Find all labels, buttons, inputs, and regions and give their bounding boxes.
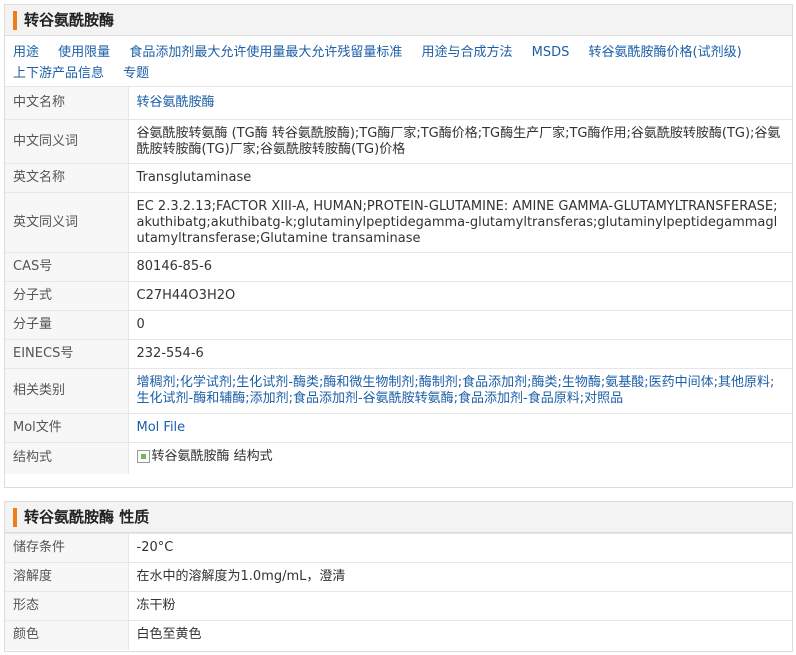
row-value: 增稠剂;化学试剂;生化试剂-酶类;酶和微生物制剂;酶制剂;食品添加剂;酶类;生物… [128, 368, 792, 414]
row-value: Transglutaminase [128, 163, 792, 193]
row-label: 颜色 [5, 620, 129, 650]
table-row: 结构式 转谷氨酰胺酶 结构式 [5, 442, 792, 474]
structure-alt-text: 转谷氨酰胺酶 结构式 [151, 448, 273, 464]
table-row: 中文名称 转谷氨酰胺酶 [5, 86, 792, 120]
cn-name-link[interactable]: 转谷氨酰胺酶 [137, 95, 215, 110]
mol-file-link[interactable]: Mol File [137, 420, 186, 435]
row-label: Mol文件 [5, 413, 129, 443]
row-value: EC 2.3.2.13;FACTOR XIII-A, HUMAN;PROTEIN… [128, 192, 792, 253]
table-row: 中文同义词 谷氨酰胺转氨酶 (TG酶 转谷氨酰胺酶);TG酶厂家;TG酶价格;T… [5, 119, 792, 164]
row-label: 英文同义词 [5, 192, 129, 253]
nav-link-price[interactable]: 转谷氨酰胺酶价格(试剂级) [589, 45, 742, 60]
structure-image: 转谷氨酰胺酶 结构式 [136, 448, 273, 465]
table-row: 溶解度 在水中的溶解度为1.0mg/mL，澄清 [5, 562, 792, 592]
section-title: 转谷氨酰胺酶 性质 [24, 508, 150, 526]
table-row: 分子量 0 [5, 310, 792, 340]
table-row: 形态 冻干粉 [5, 591, 792, 621]
nav-link-food-additive-standard[interactable]: 食品添加剂最大允许使用量最大允许残留量标准 [129, 45, 402, 60]
table-row: 储存条件 -20°C [5, 533, 792, 563]
panel-header: 转谷氨酰胺酶 性质 [5, 502, 792, 533]
row-value: 232-554-6 [128, 339, 792, 369]
row-value: 0 [128, 310, 792, 340]
row-label: 分子量 [5, 310, 129, 340]
row-value: 谷氨酰胺转氨酶 (TG酶 转谷氨酰胺酶);TG酶厂家;TG酶价格;TG酶生产厂家… [128, 119, 792, 164]
row-value: 在水中的溶解度为1.0mg/mL，澄清 [128, 562, 792, 592]
nav-link-uses[interactable]: 用途 [13, 45, 39, 60]
section-title: 转谷氨酰胺酶 [24, 11, 115, 29]
row-label: 结构式 [5, 442, 129, 474]
row-label: 英文名称 [5, 163, 129, 193]
table-row: EINECS号 232-554-6 [5, 339, 792, 369]
nav-link-usage-limit[interactable]: 使用限量 [58, 45, 110, 60]
row-value: 80146-85-6 [128, 252, 792, 282]
nav-link-upstream-downstream[interactable]: 上下游产品信息 [13, 66, 104, 81]
row-label: 分子式 [5, 281, 129, 311]
table-row: 分子式 C27H44O3H2O [5, 281, 792, 311]
basic-info-table: 中文名称 转谷氨酰胺酶 中文同义词 谷氨酰胺转氨酶 (TG酶 转谷氨酰胺酶);T… [5, 86, 792, 474]
table-row: Mol文件 Mol File [5, 413, 792, 443]
table-row: 英文名称 Transglutaminase [5, 163, 792, 193]
category-links[interactable]: 增稠剂;化学试剂;生化试剂-酶类;酶和微生物制剂;酶制剂;食品添加剂;酶类;生物… [137, 375, 775, 406]
table-row: 英文同义词 EC 2.3.2.13;FACTOR XIII-A, HUMAN;P… [5, 192, 792, 253]
table-row: 颜色 白色至黄色 [5, 620, 792, 650]
row-label: 形态 [5, 591, 129, 621]
row-label: 中文同义词 [5, 119, 129, 164]
header-accent-bar [13, 11, 17, 30]
header-accent-bar [13, 508, 17, 527]
properties-table: 储存条件 -20°C 溶解度 在水中的溶解度为1.0mg/mL，澄清 形态 冻干… [5, 533, 792, 650]
row-value: Mol File [128, 413, 792, 443]
row-value: 白色至黄色 [128, 620, 792, 650]
row-value: 转谷氨酰胺酶 [128, 86, 792, 120]
nav-link-synthesis[interactable]: 用途与合成方法 [421, 45, 512, 60]
row-label: 相关类别 [5, 368, 129, 414]
row-label: 储存条件 [5, 533, 129, 563]
row-value: -20°C [128, 533, 792, 563]
row-value: 转谷氨酰胺酶 结构式 [128, 442, 792, 474]
basic-info-panel: 转谷氨酰胺酶 用途 使用限量 食品添加剂最大允许使用量最大允许残留量标准 用途与… [4, 4, 793, 488]
row-value: C27H44O3H2O [128, 281, 792, 311]
row-label: EINECS号 [5, 339, 129, 369]
row-label: 中文名称 [5, 86, 129, 120]
properties-panel: 转谷氨酰胺酶 性质 储存条件 -20°C 溶解度 在水中的溶解度为1.0mg/m… [4, 501, 793, 652]
section-nav: 用途 使用限量 食品添加剂最大允许使用量最大允许残留量标准 用途与合成方法 MS… [5, 36, 792, 86]
broken-image-icon [136, 450, 150, 463]
row-label: 溶解度 [5, 562, 129, 592]
panel-header: 转谷氨酰胺酶 [5, 5, 792, 36]
table-row: 相关类别 增稠剂;化学试剂;生化试剂-酶类;酶和微生物制剂;酶制剂;食品添加剂;… [5, 368, 792, 414]
table-row: CAS号 80146-85-6 [5, 252, 792, 282]
nav-link-msds[interactable]: MSDS [532, 45, 570, 60]
row-value: 冻干粉 [128, 591, 792, 621]
row-label: CAS号 [5, 252, 129, 282]
nav-link-topic[interactable]: 专题 [123, 66, 149, 81]
